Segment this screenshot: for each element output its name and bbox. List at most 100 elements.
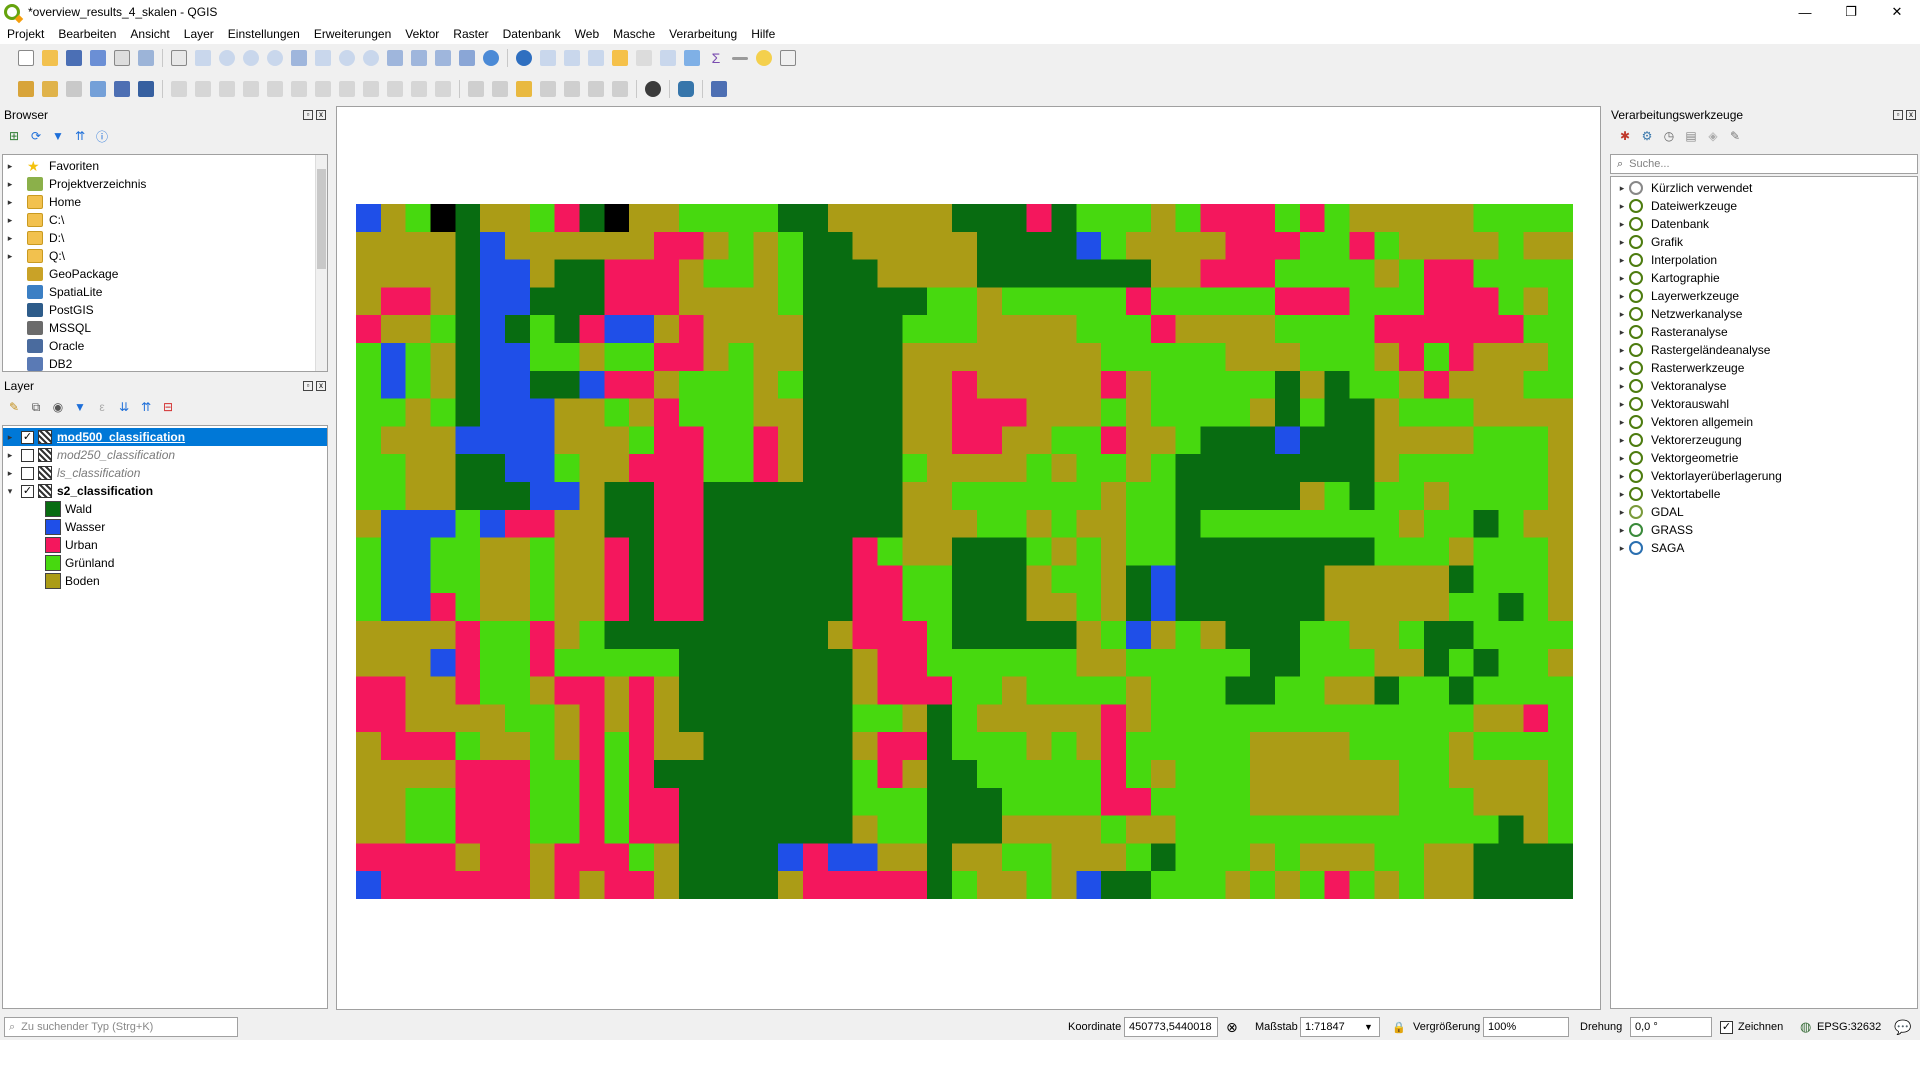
print-layout-icon[interactable] bbox=[114, 50, 130, 66]
expand-arrow-icon[interactable]: ▸ bbox=[1615, 381, 1629, 392]
expand-arrow-icon[interactable]: ▸ bbox=[1615, 183, 1629, 194]
processing-provider[interactable]: ▸ Vektorerzeugung bbox=[1611, 431, 1917, 449]
zoom-in-icon[interactable] bbox=[219, 50, 235, 66]
refresh-icon[interactable] bbox=[483, 50, 499, 66]
close-icon[interactable]: x bbox=[1906, 110, 1916, 120]
browser-item[interactable]: ▸ Home bbox=[3, 193, 327, 211]
save-project-icon[interactable] bbox=[66, 50, 82, 66]
zoom-out-icon[interactable] bbox=[243, 50, 259, 66]
open-project-icon[interactable] bbox=[42, 50, 58, 66]
expand-arrow-icon[interactable]: ▸ bbox=[1615, 417, 1629, 428]
processing-provider[interactable]: ▸ GRASS bbox=[1611, 521, 1917, 539]
expand-arrow-icon[interactable]: ▸ bbox=[3, 179, 17, 190]
measure-icon[interactable] bbox=[540, 50, 556, 66]
expand-arrow-icon[interactable]: ▸ bbox=[3, 251, 17, 262]
browser-item[interactable]: ▸ ★ Favoriten bbox=[3, 157, 327, 175]
expand-arrow-icon[interactable]: ▾ bbox=[3, 486, 17, 497]
new-memory-layer-icon[interactable] bbox=[138, 81, 154, 97]
layer-item[interactable]: ▸ mod250_classification bbox=[3, 446, 327, 464]
layer-item[interactable]: ▸ ✓ mod500_classification bbox=[3, 428, 327, 446]
browser-item[interactable]: GeoPackage bbox=[3, 265, 327, 283]
processing-provider[interactable]: ▸ Vektoren allgemein bbox=[1611, 413, 1917, 431]
processing-provider[interactable]: ▸ Dateiwerkzeuge bbox=[1611, 197, 1917, 215]
expand-arrow-icon[interactable]: ▸ bbox=[1615, 507, 1629, 518]
menu-ansicht[interactable]: Ansicht bbox=[123, 27, 176, 41]
close-button[interactable]: ✕ bbox=[1874, 0, 1920, 24]
menu-erweiterungen[interactable]: Erweiterungen bbox=[307, 27, 398, 41]
add-selected-layers-icon[interactable]: ⊞ bbox=[6, 128, 22, 144]
new-geopackage-icon[interactable] bbox=[42, 81, 58, 97]
history-icon[interactable]: ◷ bbox=[1661, 128, 1677, 144]
rotate-label-icon[interactable] bbox=[588, 81, 604, 97]
expand-arrow-icon[interactable]: ▸ bbox=[1615, 471, 1629, 482]
properties-icon[interactable]: ⓘ bbox=[94, 128, 110, 144]
processing-provider[interactable]: ▸ Kartographie bbox=[1611, 269, 1917, 287]
browser-scrollbar[interactable] bbox=[315, 155, 327, 371]
expand-arrow-icon[interactable]: ▸ bbox=[1615, 219, 1629, 230]
processing-provider[interactable]: ▸ Layerwerkzeuge bbox=[1611, 287, 1917, 305]
statistics-icon[interactable]: Σ bbox=[708, 50, 724, 66]
measure-line-icon[interactable] bbox=[732, 56, 748, 60]
menu-bearbeiten[interactable]: Bearbeiten bbox=[51, 27, 123, 41]
browser-item[interactable]: Oracle bbox=[3, 337, 327, 355]
legend-item[interactable]: Wasser bbox=[3, 518, 327, 536]
expand-arrow-icon[interactable]: ▸ bbox=[1615, 327, 1629, 338]
processing-provider[interactable]: ▸ GDAL bbox=[1611, 503, 1917, 521]
lock-scale-icon[interactable]: 🔒 bbox=[1392, 1021, 1406, 1034]
magnifier-field[interactable]: 100% bbox=[1483, 1017, 1569, 1037]
layer-visibility-checkbox[interactable]: ✓ bbox=[21, 484, 34, 498]
float-icon[interactable]: ▫ bbox=[1893, 110, 1903, 120]
processing-provider[interactable]: ▸ Rasteranalyse bbox=[1611, 323, 1917, 341]
zoom-rubberband-icon[interactable] bbox=[267, 50, 283, 66]
new-shapefile-icon[interactable] bbox=[66, 81, 82, 97]
browser-item[interactable]: MSSQL bbox=[3, 319, 327, 337]
pan-icon[interactable] bbox=[171, 50, 187, 66]
options-icon[interactable]: ✎ bbox=[1727, 128, 1743, 144]
browser-item[interactable]: ▸ D:\ bbox=[3, 229, 327, 247]
browser-item[interactable]: ▸ Q:\ bbox=[3, 247, 327, 265]
toggle-extents-icon[interactable]: ⊗ bbox=[1226, 1019, 1238, 1036]
filter-icon[interactable]: ▼ bbox=[50, 128, 66, 144]
expand-arrow-icon[interactable]: ▸ bbox=[1615, 237, 1629, 248]
processing-provider[interactable]: ▸ Vektorlayerüberlagerung bbox=[1611, 467, 1917, 485]
crs-globe-icon[interactable]: ◍ bbox=[1800, 1019, 1811, 1035]
layer-visibility-checkbox[interactable] bbox=[21, 466, 34, 480]
expand-arrow-icon[interactable]: ▸ bbox=[1615, 489, 1629, 500]
expand-arrow-icon[interactable]: ▸ bbox=[1615, 399, 1629, 410]
zoom-selection-icon[interactable] bbox=[315, 50, 331, 66]
processing-provider[interactable]: ▸ Kürzlich verwendet bbox=[1611, 179, 1917, 197]
expand-arrow-icon[interactable]: ▸ bbox=[1615, 525, 1629, 536]
expand-arrow-icon[interactable]: ▸ bbox=[1615, 291, 1629, 302]
identify-icon[interactable] bbox=[516, 50, 532, 66]
expand-arrow-icon[interactable]: ▸ bbox=[1615, 453, 1629, 464]
layer-visibility-checkbox[interactable]: ✓ bbox=[21, 430, 34, 444]
zoom-native-icon[interactable] bbox=[363, 50, 379, 66]
manage-themes-icon[interactable]: ◉ bbox=[50, 399, 66, 415]
rotation-field[interactable]: 0,0 ° bbox=[1630, 1017, 1712, 1037]
move-label-icon[interactable] bbox=[564, 81, 580, 97]
processing-search-input[interactable]: ⌕ Suche... bbox=[1610, 154, 1918, 174]
close-icon[interactable]: x bbox=[316, 381, 326, 391]
browser-item[interactable]: DB2 bbox=[3, 355, 327, 373]
select-features-icon[interactable] bbox=[564, 50, 580, 66]
new-bookmark-icon[interactable] bbox=[435, 50, 451, 66]
layer-labeling-icon[interactable] bbox=[516, 81, 532, 97]
zoom-layer-icon[interactable] bbox=[339, 50, 355, 66]
save-as-icon[interactable] bbox=[90, 50, 106, 66]
data-source-manager-icon[interactable] bbox=[18, 81, 34, 97]
legend-item[interactable]: Urban bbox=[3, 536, 327, 554]
menu-einstellungen[interactable]: Einstellungen bbox=[221, 27, 307, 41]
text-annotation-icon[interactable] bbox=[780, 50, 796, 66]
models-icon[interactable]: ✱ bbox=[1617, 128, 1633, 144]
field-calculator-icon[interactable] bbox=[660, 50, 676, 66]
python-console-icon[interactable] bbox=[678, 81, 694, 97]
processing-toolbox-icon[interactable] bbox=[684, 50, 700, 66]
expand-arrow-icon[interactable]: ▸ bbox=[1615, 543, 1629, 554]
map-tips-icon[interactable] bbox=[756, 50, 772, 66]
messages-icon[interactable]: 💬 bbox=[1894, 1019, 1911, 1036]
processing-provider[interactable]: ▸ Rasterwerkzeuge bbox=[1611, 359, 1917, 377]
expand-arrow-icon[interactable]: ▸ bbox=[3, 468, 17, 479]
label-tool-icon[interactable] bbox=[468, 81, 484, 97]
classification-raster[interactable] bbox=[356, 204, 1573, 899]
layer-item[interactable]: ▸ ls_classification bbox=[3, 464, 327, 482]
